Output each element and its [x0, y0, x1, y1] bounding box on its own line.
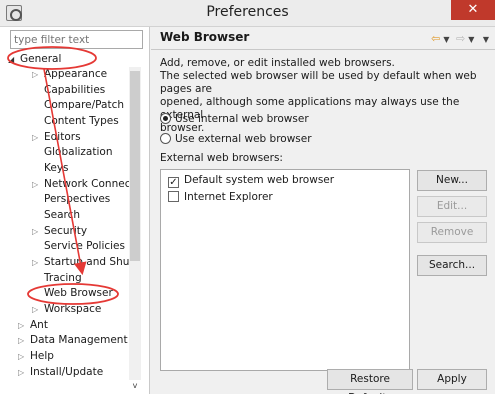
- page-title: Web Browser: [160, 30, 250, 44]
- tree-item-workspace[interactable]: ▷ Workspace: [32, 302, 101, 317]
- list-item-label: Internet Explorer: [184, 191, 273, 203]
- tree-item-general[interactable]: ◢ General: [8, 52, 61, 67]
- menu-dropdown-icon[interactable]: ▼: [483, 35, 489, 44]
- tree-item-label: Workspace: [44, 303, 102, 315]
- radio-external-browser[interactable]: Use external web browser: [160, 133, 312, 145]
- radio-unselected-icon[interactable]: [160, 133, 171, 144]
- collapsed-arrow-icon[interactable]: ▷: [32, 67, 38, 82]
- list-item-internet-explorer[interactable]: Internet Explorer: [168, 191, 273, 203]
- tree-item-editors[interactable]: ▷ Editors: [32, 130, 81, 145]
- remove-button[interactable]: Remove: [417, 222, 487, 243]
- tree-item-label: Data Management: [30, 334, 128, 346]
- browser-list: ✓ Default system web browser Internet Exp…: [160, 169, 410, 371]
- tree-scrollbar-thumb[interactable]: [130, 71, 140, 261]
- forward-dropdown-icon[interactable]: ▼: [468, 35, 474, 44]
- collapsed-arrow-icon[interactable]: ▷: [32, 302, 38, 317]
- page-nav-toolbar: ⇦ ▼ ⇨ ▼ ▼: [428, 32, 489, 45]
- description-line: The selected web browser will be used by…: [160, 70, 477, 95]
- tree-item-globalization[interactable]: Globalization: [44, 145, 112, 160]
- collapsed-arrow-icon[interactable]: ▷: [32, 224, 38, 239]
- tree-item-perspectives[interactable]: Perspectives: [44, 192, 110, 207]
- search-button[interactable]: Search...: [417, 255, 487, 276]
- tree-item-content-types[interactable]: Content Types: [44, 114, 119, 129]
- scroll-down-icon[interactable]: v: [129, 380, 141, 392]
- edit-button[interactable]: Edit...: [417, 196, 487, 217]
- tree-item-label: Install/Update: [30, 366, 104, 378]
- window-title: Preferences: [206, 4, 289, 20]
- title-bar: Preferences ✕: [0, 0, 495, 27]
- tree-item-label: Startup and Shutd: [44, 256, 141, 268]
- tree-item-service-policies[interactable]: Service Policies: [44, 239, 125, 254]
- tree-item-label: Security: [44, 225, 88, 237]
- external-browsers-label: External web browsers:: [160, 152, 283, 164]
- radio-selected-icon[interactable]: [160, 113, 171, 124]
- expanded-arrow-icon[interactable]: ◢: [8, 52, 14, 67]
- header-separator: [151, 49, 495, 50]
- radio-label: Use internal web browser: [175, 113, 309, 125]
- tree-item-security[interactable]: ▷ Security: [32, 224, 87, 239]
- collapsed-arrow-icon[interactable]: ▷: [32, 177, 38, 192]
- tree-item-data-management[interactable]: ▷ Data Management: [18, 333, 128, 348]
- collapsed-arrow-icon[interactable]: ▷: [32, 255, 38, 270]
- close-button[interactable]: ✕: [451, 0, 495, 20]
- tree-item-tracing[interactable]: Tracing: [44, 271, 82, 286]
- tree-item-label: Network Connecti: [44, 178, 138, 190]
- tree-item-startup-shutdown[interactable]: ▷ Startup and Shutd: [32, 255, 140, 270]
- apply-button[interactable]: Apply: [417, 369, 487, 390]
- back-arrow-icon[interactable]: ⇦: [431, 32, 440, 45]
- collapsed-arrow-icon[interactable]: ▷: [18, 365, 24, 380]
- filter-input[interactable]: [10, 30, 143, 49]
- forward-arrow-icon[interactable]: ⇨: [456, 32, 465, 45]
- tree-item-label: Appearance: [44, 68, 108, 80]
- radio-internal-browser[interactable]: Use internal web browser: [160, 113, 309, 125]
- tree-item-web-browser[interactable]: Web Browser: [44, 286, 113, 301]
- tree-item-install-update[interactable]: ▷ Install/Update: [18, 365, 103, 380]
- new-button[interactable]: New...: [417, 170, 487, 191]
- tree-item-search[interactable]: Search: [44, 208, 80, 223]
- restore-defaults-button[interactable]: Restore Defaults: [327, 369, 413, 394]
- tree-item-label: Help: [30, 350, 54, 362]
- back-dropdown-icon[interactable]: ▼: [443, 35, 449, 44]
- radio-label: Use external web browser: [175, 133, 312, 145]
- tree-item-label: Editors: [44, 131, 81, 143]
- tree-item-label: Ant: [30, 319, 48, 331]
- collapsed-arrow-icon[interactable]: ▷: [18, 318, 24, 333]
- preference-page: Web Browser ⇦ ▼ ⇨ ▼ ▼ Add, remove, or edit…: [151, 27, 495, 394]
- tree-item-help[interactable]: ▷ Help: [18, 349, 54, 364]
- preferences-tree-pane: ◢ General ▷ Appearance Capabilities Comp…: [0, 27, 150, 394]
- collapsed-arrow-icon[interactable]: ▷: [18, 349, 24, 364]
- tree-item-label: General: [20, 53, 62, 65]
- tree-item-keys[interactable]: Keys: [44, 161, 69, 176]
- tree-item-capabilities[interactable]: Capabilities: [44, 83, 105, 98]
- tree-item-compare-patch[interactable]: Compare/Patch: [44, 98, 124, 113]
- description-line: Add, remove, or edit installed web brows…: [160, 57, 395, 69]
- checkbox-checked-icon[interactable]: ✓: [168, 177, 179, 188]
- list-item-label: Default system web browser: [184, 174, 335, 186]
- collapsed-arrow-icon[interactable]: ▷: [18, 333, 24, 348]
- tree-item-appearance[interactable]: ▷ Appearance: [32, 67, 107, 82]
- collapsed-arrow-icon[interactable]: ▷: [32, 130, 38, 145]
- checkbox-unchecked-icon[interactable]: [168, 191, 179, 202]
- tree-item-network-connections[interactable]: ▷ Network Connecti: [32, 177, 138, 192]
- list-item-default-browser[interactable]: ✓ Default system web browser: [168, 174, 334, 188]
- tree-item-ant[interactable]: ▷ Ant: [18, 318, 48, 333]
